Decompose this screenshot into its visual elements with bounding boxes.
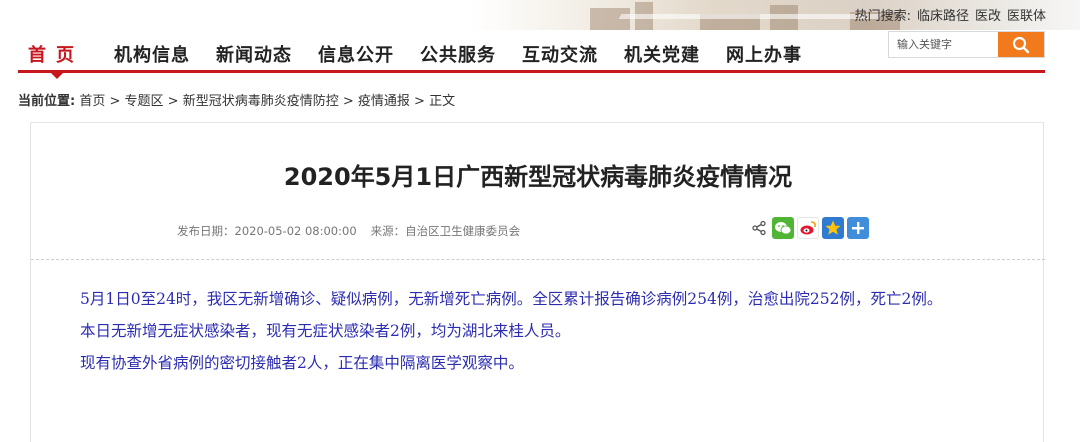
nav-item-info-disclosure[interactable]: 信息公开 xyxy=(318,41,394,67)
article-meta: 发布日期：2020-05-02 08:00:00 来源：自治区卫生健康委员会 xyxy=(177,223,534,239)
hot-link-clinical-path[interactable]: 临床路径 xyxy=(917,9,969,24)
article-title: 2020年5月1日广西新型冠状病毒肺炎疫情情况 xyxy=(283,163,793,191)
share-bar xyxy=(749,217,869,239)
hot-link-medical-reform[interactable]: 医改 xyxy=(975,9,1001,24)
nav-item-institution-info[interactable]: 机构信息 xyxy=(114,41,190,67)
search-icon xyxy=(1012,36,1030,53)
breadcrumb-separator: > xyxy=(338,94,358,109)
hot-search-links: 热门搜索: 临床路径 医改 医联体 xyxy=(855,5,1046,24)
nav-item-party-building[interactable]: 机关党建 xyxy=(624,41,700,67)
more-plus-icon[interactable] xyxy=(847,217,869,239)
breadcrumb-covid-prevention[interactable]: 新型冠状病毒肺炎疫情防控 xyxy=(183,94,339,109)
breadcrumb-current: 正文 xyxy=(429,94,456,109)
hot-search-label: 热门搜索: xyxy=(854,9,911,24)
nav-underline xyxy=(18,70,1045,73)
article-source: 来源：自治区卫生健康委员会 xyxy=(370,224,521,238)
weibo-icon[interactable] xyxy=(797,217,819,239)
breadcrumb-epidemic-report[interactable]: 疫情通报 xyxy=(358,94,410,109)
meta-divider xyxy=(31,259,1045,260)
qzone-star-icon[interactable] xyxy=(822,217,844,239)
breadcrumb-label: 当前位置: xyxy=(18,94,76,109)
breadcrumb: 当前位置: 首页 > 专题区 > 新型冠状病毒肺炎疫情防控 > 疫情通报 > 正… xyxy=(18,90,455,109)
search-box xyxy=(888,31,1045,58)
nav-item-interaction[interactable]: 互动交流 xyxy=(522,41,598,67)
breadcrumb-separator: > xyxy=(163,94,183,109)
main-nav: 首页 机构信息 新闻动态 信息公开 公共服务 互动交流 机关党建 网上办事 xyxy=(18,35,828,79)
nav-item-news[interactable]: 新闻动态 xyxy=(216,41,292,67)
breadcrumb-separator: > xyxy=(409,94,430,109)
hot-link-medical-alliance[interactable]: 医联体 xyxy=(1007,9,1046,24)
article-paragraph: 5月1日0至24时，我区无新增确诊、疑似病例，无新增死亡病例。全区累计报告确诊病… xyxy=(80,290,943,308)
nav-item-online-services[interactable]: 网上办事 xyxy=(726,41,802,67)
share-icon[interactable] xyxy=(749,217,769,239)
breadcrumb-separator: > xyxy=(105,94,125,109)
article-body: 5月1日0至24时，我区无新增确诊、疑似病例，无新增死亡病例。全区累计报告确诊病… xyxy=(49,283,1034,379)
search-input[interactable] xyxy=(889,32,998,57)
search-button[interactable] xyxy=(998,32,1044,57)
wechat-icon[interactable] xyxy=(772,217,794,239)
breadcrumb-special-zone[interactable]: 专题区 xyxy=(125,94,164,109)
breadcrumb-home[interactable]: 首页 xyxy=(79,94,105,109)
publish-date: 发布日期：2020-05-02 08:00:00 xyxy=(177,224,357,238)
article-paragraph: 本日无新增无症状感染者，现有无症状感染者2例，均为湖北来桂人员。 xyxy=(80,322,571,340)
article-paragraph: 现有协查外省病例的密切接触者2人，正在集中隔离医学观察中。 xyxy=(80,354,524,372)
nav-item-public-service[interactable]: 公共服务 xyxy=(420,41,496,67)
nav-item-home[interactable]: 首页 xyxy=(18,41,94,79)
article-panel: 2020年5月1日广西新型冠状病毒肺炎疫情情况 发布日期：2020-05-02 … xyxy=(30,122,1045,442)
